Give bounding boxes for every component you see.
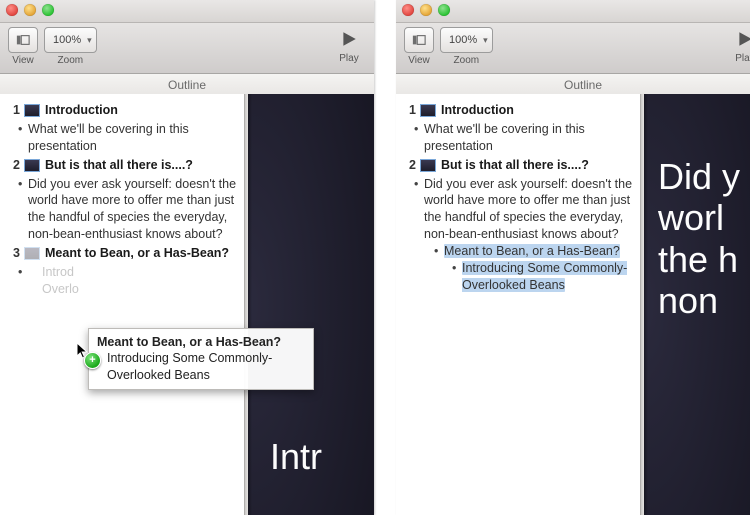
slide-thumbnail-icon [420, 104, 436, 117]
slide-thumbnail-icon [24, 104, 40, 117]
slide-thumbnail-icon [24, 159, 40, 172]
zoom-combobox[interactable]: 100% ▾ [44, 27, 97, 53]
slide-canvas[interactable]: Intr [248, 94, 374, 515]
zoom-label: Zoom [44, 55, 97, 66]
drag-ghost: Meant to Bean, or a Has-Bean? Introducin… [88, 328, 314, 390]
toolbar: View 100% ▾ Zoom Play [0, 23, 374, 74]
outline-bullet[interactable]: Did you ever ask yourself: doesn't the w… [8, 176, 238, 244]
selected-text: Meant to Bean, or a Has-Bean? [444, 244, 620, 258]
outline-slide-title[interactable]: 2 But is that all there is....? [404, 157, 634, 174]
outline-slide-title[interactable]: 2 But is that all there is....? [8, 157, 238, 174]
play-button[interactable] [730, 27, 750, 51]
slide-thumbnail-icon [420, 159, 436, 172]
window-titlebar [396, 0, 750, 23]
zoom-combobox[interactable]: 100% ▾ [440, 27, 493, 53]
play-label: Play [334, 53, 364, 64]
close-window-button[interactable] [6, 4, 18, 16]
chevron-down-icon: ▾ [87, 35, 92, 46]
outline-bullet[interactable]: What we'll be covering in this presentat… [8, 121, 238, 155]
outline-sub-bullet[interactable]: Meant to Bean, or a Has-Bean? [404, 243, 634, 260]
outline-panel[interactable]: 1 Introduction What we'll be covering in… [396, 94, 640, 515]
play-label: Play [730, 53, 750, 64]
chevron-down-icon: ▾ [483, 35, 488, 46]
selected-text: Introducing Some Commonly-Overlooked Bea… [462, 261, 627, 292]
outline-bullet[interactable]: What we'll be covering in this presentat… [404, 121, 634, 155]
view-mode-button[interactable] [404, 27, 434, 53]
outline-sub-bullet[interactable]: Introducing Some Commonly-Overlooked Bea… [404, 260, 634, 294]
slide-thumbnail-icon [24, 247, 40, 260]
outline-panel[interactable]: 1 Introduction What we'll be covering in… [0, 94, 244, 515]
close-window-button[interactable] [402, 4, 414, 16]
outline-slide-title[interactable]: 1 Introduction [404, 102, 634, 119]
outline-bullet-dragging: IntrodOverlo [8, 264, 238, 298]
view-mode-button[interactable] [8, 27, 38, 53]
zoom-value: 100% [449, 34, 477, 46]
view-label: View [8, 55, 38, 66]
outline-slide-title[interactable]: 1 Introduction [8, 102, 238, 119]
zoom-label: Zoom [440, 55, 493, 66]
toolbar: View 100% ▾ Zoom Play [396, 23, 750, 74]
minimize-window-button[interactable] [420, 4, 432, 16]
zoom-window-button[interactable] [438, 4, 450, 16]
slide-canvas[interactable]: Did y worl the h non [644, 94, 750, 515]
view-label: View [404, 55, 434, 66]
zoom-value: 100% [53, 34, 81, 46]
window-titlebar [0, 0, 374, 23]
outline-slide-title-dragging[interactable]: 3 Meant to Bean, or a Has-Bean? [8, 245, 238, 262]
outline-bullet[interactable]: Did you ever ask yourself: doesn't the w… [404, 176, 634, 244]
slide-text: Intr [270, 436, 322, 477]
slide-text: Did y worl the h non [658, 156, 740, 322]
zoom-window-button[interactable] [42, 4, 54, 16]
play-button[interactable] [334, 27, 364, 51]
minimize-window-button[interactable] [24, 4, 36, 16]
